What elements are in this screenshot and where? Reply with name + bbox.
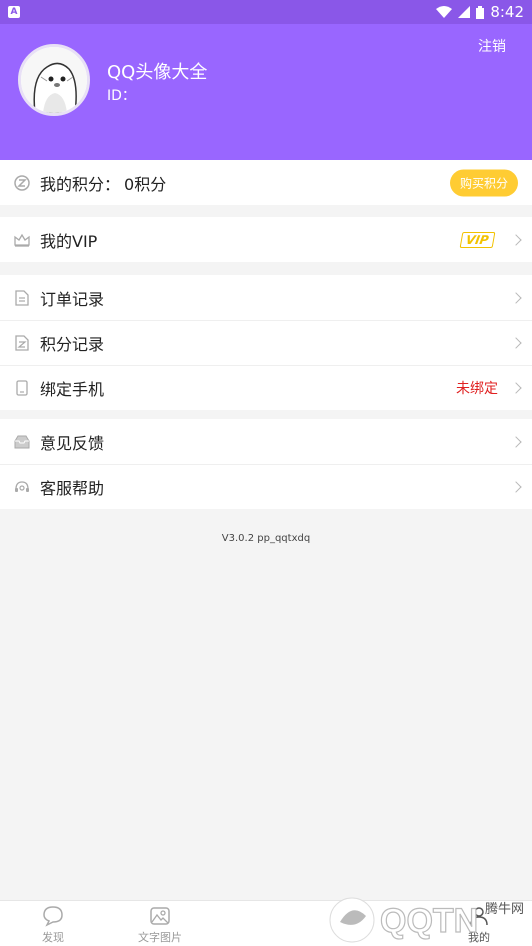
points-value: 0积分 xyxy=(124,174,167,194)
svg-text:QQTN: QQTN xyxy=(380,902,478,940)
user-id: ID： xyxy=(107,88,136,104)
feedback-label: 意见反馈 xyxy=(40,433,105,453)
records-card: 订单记录 积分记录 绑定手机 未绑定 xyxy=(0,275,532,410)
points-row: 我的积分： 0积分 购买积分 xyxy=(0,160,532,205)
support-label: 客服帮助 xyxy=(40,479,105,498)
menu-item-support[interactable]: 客服帮助 xyxy=(0,464,532,509)
profile-header: QQ头像大全 ID： 注销 xyxy=(0,24,532,160)
chevron-right-icon xyxy=(510,291,522,304)
orders-label: 订单记录 xyxy=(40,289,105,309)
buy-points-button[interactable]: 购买积分 xyxy=(449,169,518,196)
menu-item-bind-phone[interactable]: 绑定手机 未绑定 xyxy=(0,365,532,410)
chevron-right-icon xyxy=(510,481,522,493)
watermark-text: 腾牛网 xyxy=(484,902,524,917)
seal-avatar-icon xyxy=(21,47,87,113)
inbox-icon xyxy=(14,434,30,450)
vip-row[interactable]: 我的VIP VIP xyxy=(0,217,532,262)
avatar[interactable] xyxy=(18,44,90,116)
tab-text-images[interactable]: 文字图片 xyxy=(125,905,195,945)
battery-icon xyxy=(476,5,485,19)
chevron-right-icon xyxy=(510,435,522,448)
document-icon xyxy=(14,289,30,306)
tab-discover-label: 发现 xyxy=(42,931,64,944)
status-bar: A 8:42 xyxy=(0,0,532,24)
crown-icon xyxy=(14,232,30,248)
points-icon xyxy=(14,174,30,191)
vip-badge: VIP xyxy=(460,231,496,248)
menu-item-orders[interactable]: 订单记录 xyxy=(0,275,532,320)
clock: 8:42 xyxy=(490,3,524,21)
points-document-icon xyxy=(14,335,30,351)
points-label: 我的积分： xyxy=(40,174,121,194)
username: QQ头像大全 xyxy=(107,62,208,83)
logout-button[interactable]: 注销 xyxy=(478,36,506,56)
vip-label: 我的VIP xyxy=(40,231,98,251)
chevron-right-icon xyxy=(510,233,522,246)
headset-icon xyxy=(14,479,30,495)
tab-text-images-label: 文字图片 xyxy=(138,931,182,944)
wifi-icon xyxy=(436,6,453,18)
vip-card: 我的VIP VIP xyxy=(0,217,532,262)
notification-icon: A xyxy=(8,6,20,18)
help-card: 意见反馈 客服帮助 xyxy=(0,419,532,509)
bind-status: 未绑定 xyxy=(456,381,498,397)
signal-icon xyxy=(458,6,471,18)
chevron-right-icon xyxy=(510,382,522,394)
phone-icon xyxy=(14,380,30,396)
points-log-label: 积分记录 xyxy=(40,335,105,354)
points-card: 我的积分： 0积分 购买积分 xyxy=(0,160,532,205)
tab-discover[interactable]: 发现 xyxy=(18,905,88,945)
version-text: V3.0.2 pp_qqtxdq xyxy=(221,533,311,544)
menu-item-feedback[interactable]: 意见反馈 xyxy=(0,419,532,464)
image-icon xyxy=(150,907,170,925)
chat-bubble-icon xyxy=(43,906,63,927)
menu-item-points-log[interactable]: 积分记录 xyxy=(0,320,532,365)
chevron-right-icon xyxy=(510,337,522,349)
bind-phone-label: 绑定手机 xyxy=(40,380,105,399)
